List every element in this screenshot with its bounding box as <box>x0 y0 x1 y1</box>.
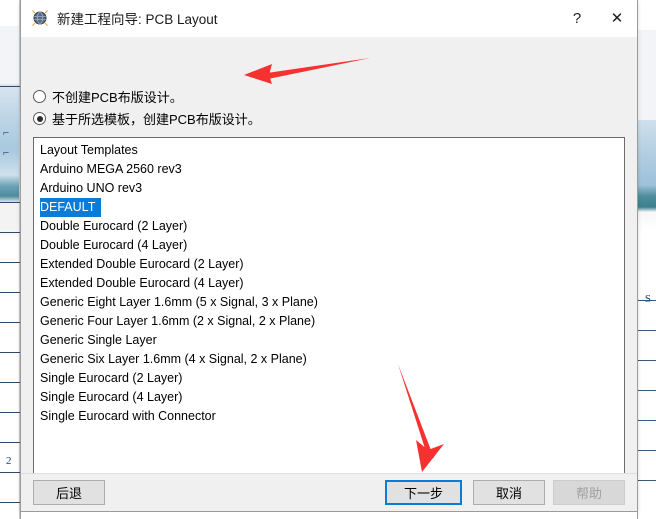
list-item[interactable]: Single Eurocard (4 Layer) <box>34 388 624 407</box>
list-item-selected[interactable]: DEFAULT <box>40 198 102 217</box>
radio-no-pcb-indicator[interactable] <box>33 90 46 103</box>
next-button[interactable]: 下一步 <box>385 480 462 505</box>
background-ruler-tick <box>0 472 20 473</box>
background-ruler-tick <box>638 390 656 391</box>
dialog-titlebar[interactable]: 新建工程向导: PCB Layout ? ✕ <box>21 0 637 37</box>
background-symbol: ⌐ <box>3 147 10 159</box>
background-ruler-tick <box>638 360 656 361</box>
background-symbol: ⌐ <box>3 127 10 139</box>
background-ruler-tick <box>0 262 20 263</box>
list-item[interactable]: Generic Single Layer <box>34 331 624 350</box>
background-ruler-tick <box>638 330 656 331</box>
dialog-title: 新建工程向导: PCB Layout <box>57 12 218 27</box>
dialog-bottom-edge <box>20 512 638 519</box>
list-item[interactable]: Double Eurocard (4 Layer) <box>34 236 624 255</box>
titlebar-buttons: ? ✕ <box>557 0 637 36</box>
background-ruler-tick <box>638 420 656 421</box>
help-button: 帮助 <box>553 480 625 505</box>
background-symbol: 2 <box>6 455 12 467</box>
list-item[interactable]: Double Eurocard (2 Layer) <box>34 217 624 236</box>
cancel-button[interactable]: 取消 <box>473 480 545 505</box>
radio-option-no-pcb[interactable]: 不创建PCB布版设计。 <box>33 87 183 106</box>
screen-root: ⌐ ⌐ 2 S 新建工程向导: PCB Layout ? ✕ 不创建PCB布版设… <box>0 0 656 519</box>
background-ruler-tick <box>0 442 20 443</box>
list-item[interactable]: Arduino UNO rev3 <box>34 179 624 198</box>
background-right-panel <box>638 0 656 519</box>
background-ruler-tick <box>0 292 20 293</box>
help-titlebar-button[interactable]: ? <box>557 0 597 36</box>
radio-from-template-indicator[interactable] <box>33 112 46 125</box>
globe-icon <box>32 10 48 26</box>
background-ruler-tick <box>0 502 20 503</box>
background-ruler-tick <box>0 412 20 413</box>
background-ruler-tick <box>638 450 656 451</box>
list-item[interactable]: Extended Double Eurocard (2 Layer) <box>34 255 624 274</box>
list-item[interactable]: Generic Six Layer 1.6mm (4 x Signal, 2 x… <box>34 350 624 369</box>
list-item[interactable]: Layout Templates <box>34 141 624 160</box>
pcb-layout-wizard-dialog: 新建工程向导: PCB Layout ? ✕ 不创建PCB布版设计。 基于所选模… <box>20 0 638 512</box>
list-item[interactable]: Arduino MEGA 2560 rev3 <box>34 160 624 179</box>
background-ruler-tick <box>0 232 20 233</box>
close-icon[interactable]: ✕ <box>597 0 637 36</box>
background-ruler-tick <box>638 480 656 481</box>
list-item[interactable]: Generic Eight Layer 1.6mm (5 x Signal, 3… <box>34 293 624 312</box>
template-listbox[interactable]: Layout Templates Arduino MEGA 2560 rev3 … <box>33 137 625 479</box>
radio-from-template-label: 基于所选模板，创建PCB布版设计。 <box>52 112 261 127</box>
radio-no-pcb-label: 不创建PCB布版设计。 <box>52 90 183 105</box>
radio-option-from-template[interactable]: 基于所选模板，创建PCB布版设计。 <box>33 109 261 128</box>
background-ruler-tick <box>0 352 20 353</box>
list-item[interactable]: Extended Double Eurocard (4 Layer) <box>34 274 624 293</box>
background-ruler-tick <box>0 202 20 203</box>
dialog-footer: 后退 下一步 取消 帮助 <box>21 473 637 511</box>
list-item[interactable]: Single Eurocard with Connector <box>34 407 624 426</box>
dialog-body: 不创建PCB布版设计。 基于所选模板，创建PCB布版设计。 Layout Tem… <box>21 37 637 501</box>
list-item[interactable]: Generic Four Layer 1.6mm (2 x Signal, 2 … <box>34 312 624 331</box>
background-ruler-tick <box>0 322 20 323</box>
background-ruler-tick <box>0 382 20 383</box>
back-button[interactable]: 后退 <box>33 480 105 505</box>
background-ruler-tick <box>0 86 20 87</box>
list-item[interactable]: Single Eurocard (2 Layer) <box>34 369 624 388</box>
background-symbol: S <box>644 293 651 305</box>
list-item-selected-row: DEFAULT <box>34 198 624 217</box>
